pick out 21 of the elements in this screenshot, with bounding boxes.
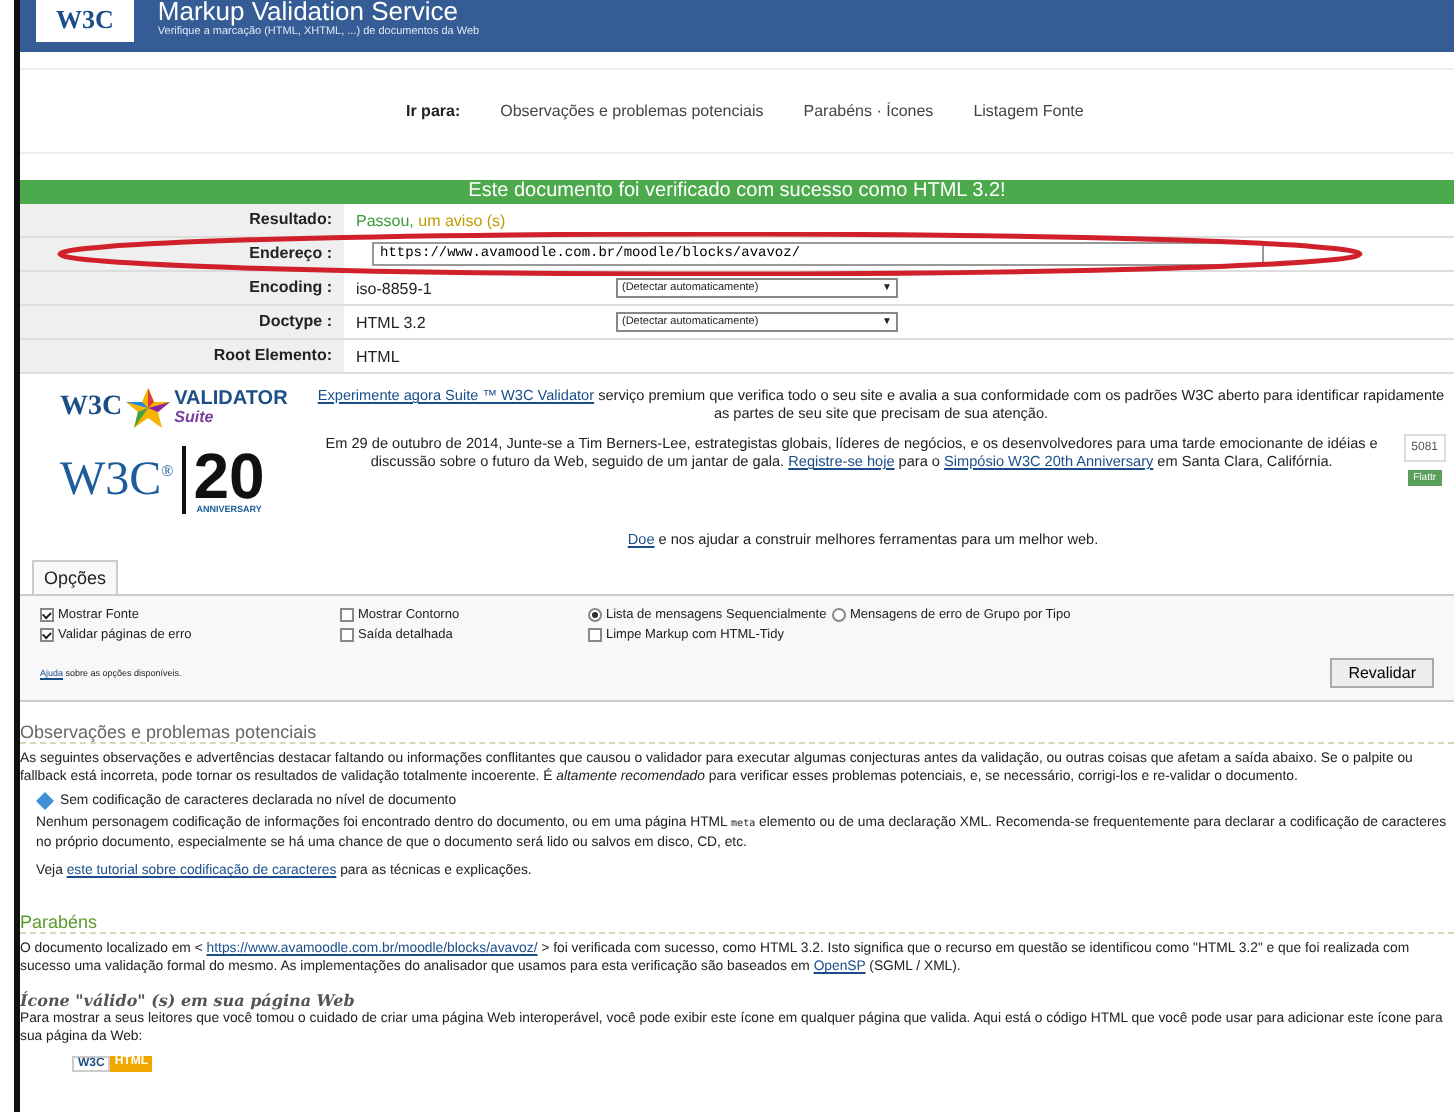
section-heading: Observações e problemas potenciais (20, 722, 1454, 744)
site-title: Markup Validation Service (157, 0, 460, 26)
w3c-logo[interactable]: W3C (36, 0, 134, 42)
jump-link[interactable]: Observações e problemas potenciais (500, 102, 764, 120)
result-text: Passou, um aviso (s) (356, 211, 506, 229)
info-label: Doctype : (20, 306, 344, 338)
icon-heading: Ícone "válido" (s) em sua página Web (20, 990, 357, 1010)
options-tab[interactable]: Opções (32, 560, 119, 594)
success-banner: Este documento foi verificado com sucesso como HTML 3.2! (20, 180, 1454, 204)
section-heading: Parabéns (20, 912, 1454, 934)
revalidate-button[interactable]: Revalidar (1330, 658, 1434, 688)
info-value: HTML 3.2 (356, 313, 428, 331)
info-value: iso-8859-1 (356, 279, 434, 297)
validator-logo[interactable]: W3C VALIDATOR Suite (60, 386, 300, 430)
info-label: Root Elemento: (20, 340, 344, 372)
jump-link[interactable]: Listagem Fonte (973, 102, 1084, 120)
jump-link[interactable]: Parabéns · Ícones (803, 102, 934, 120)
jump-label: Ir para: (406, 102, 461, 120)
info-label: Encoding : (20, 272, 344, 304)
info-value: HTML (356, 347, 402, 365)
info-label: Resultado: (20, 204, 344, 236)
